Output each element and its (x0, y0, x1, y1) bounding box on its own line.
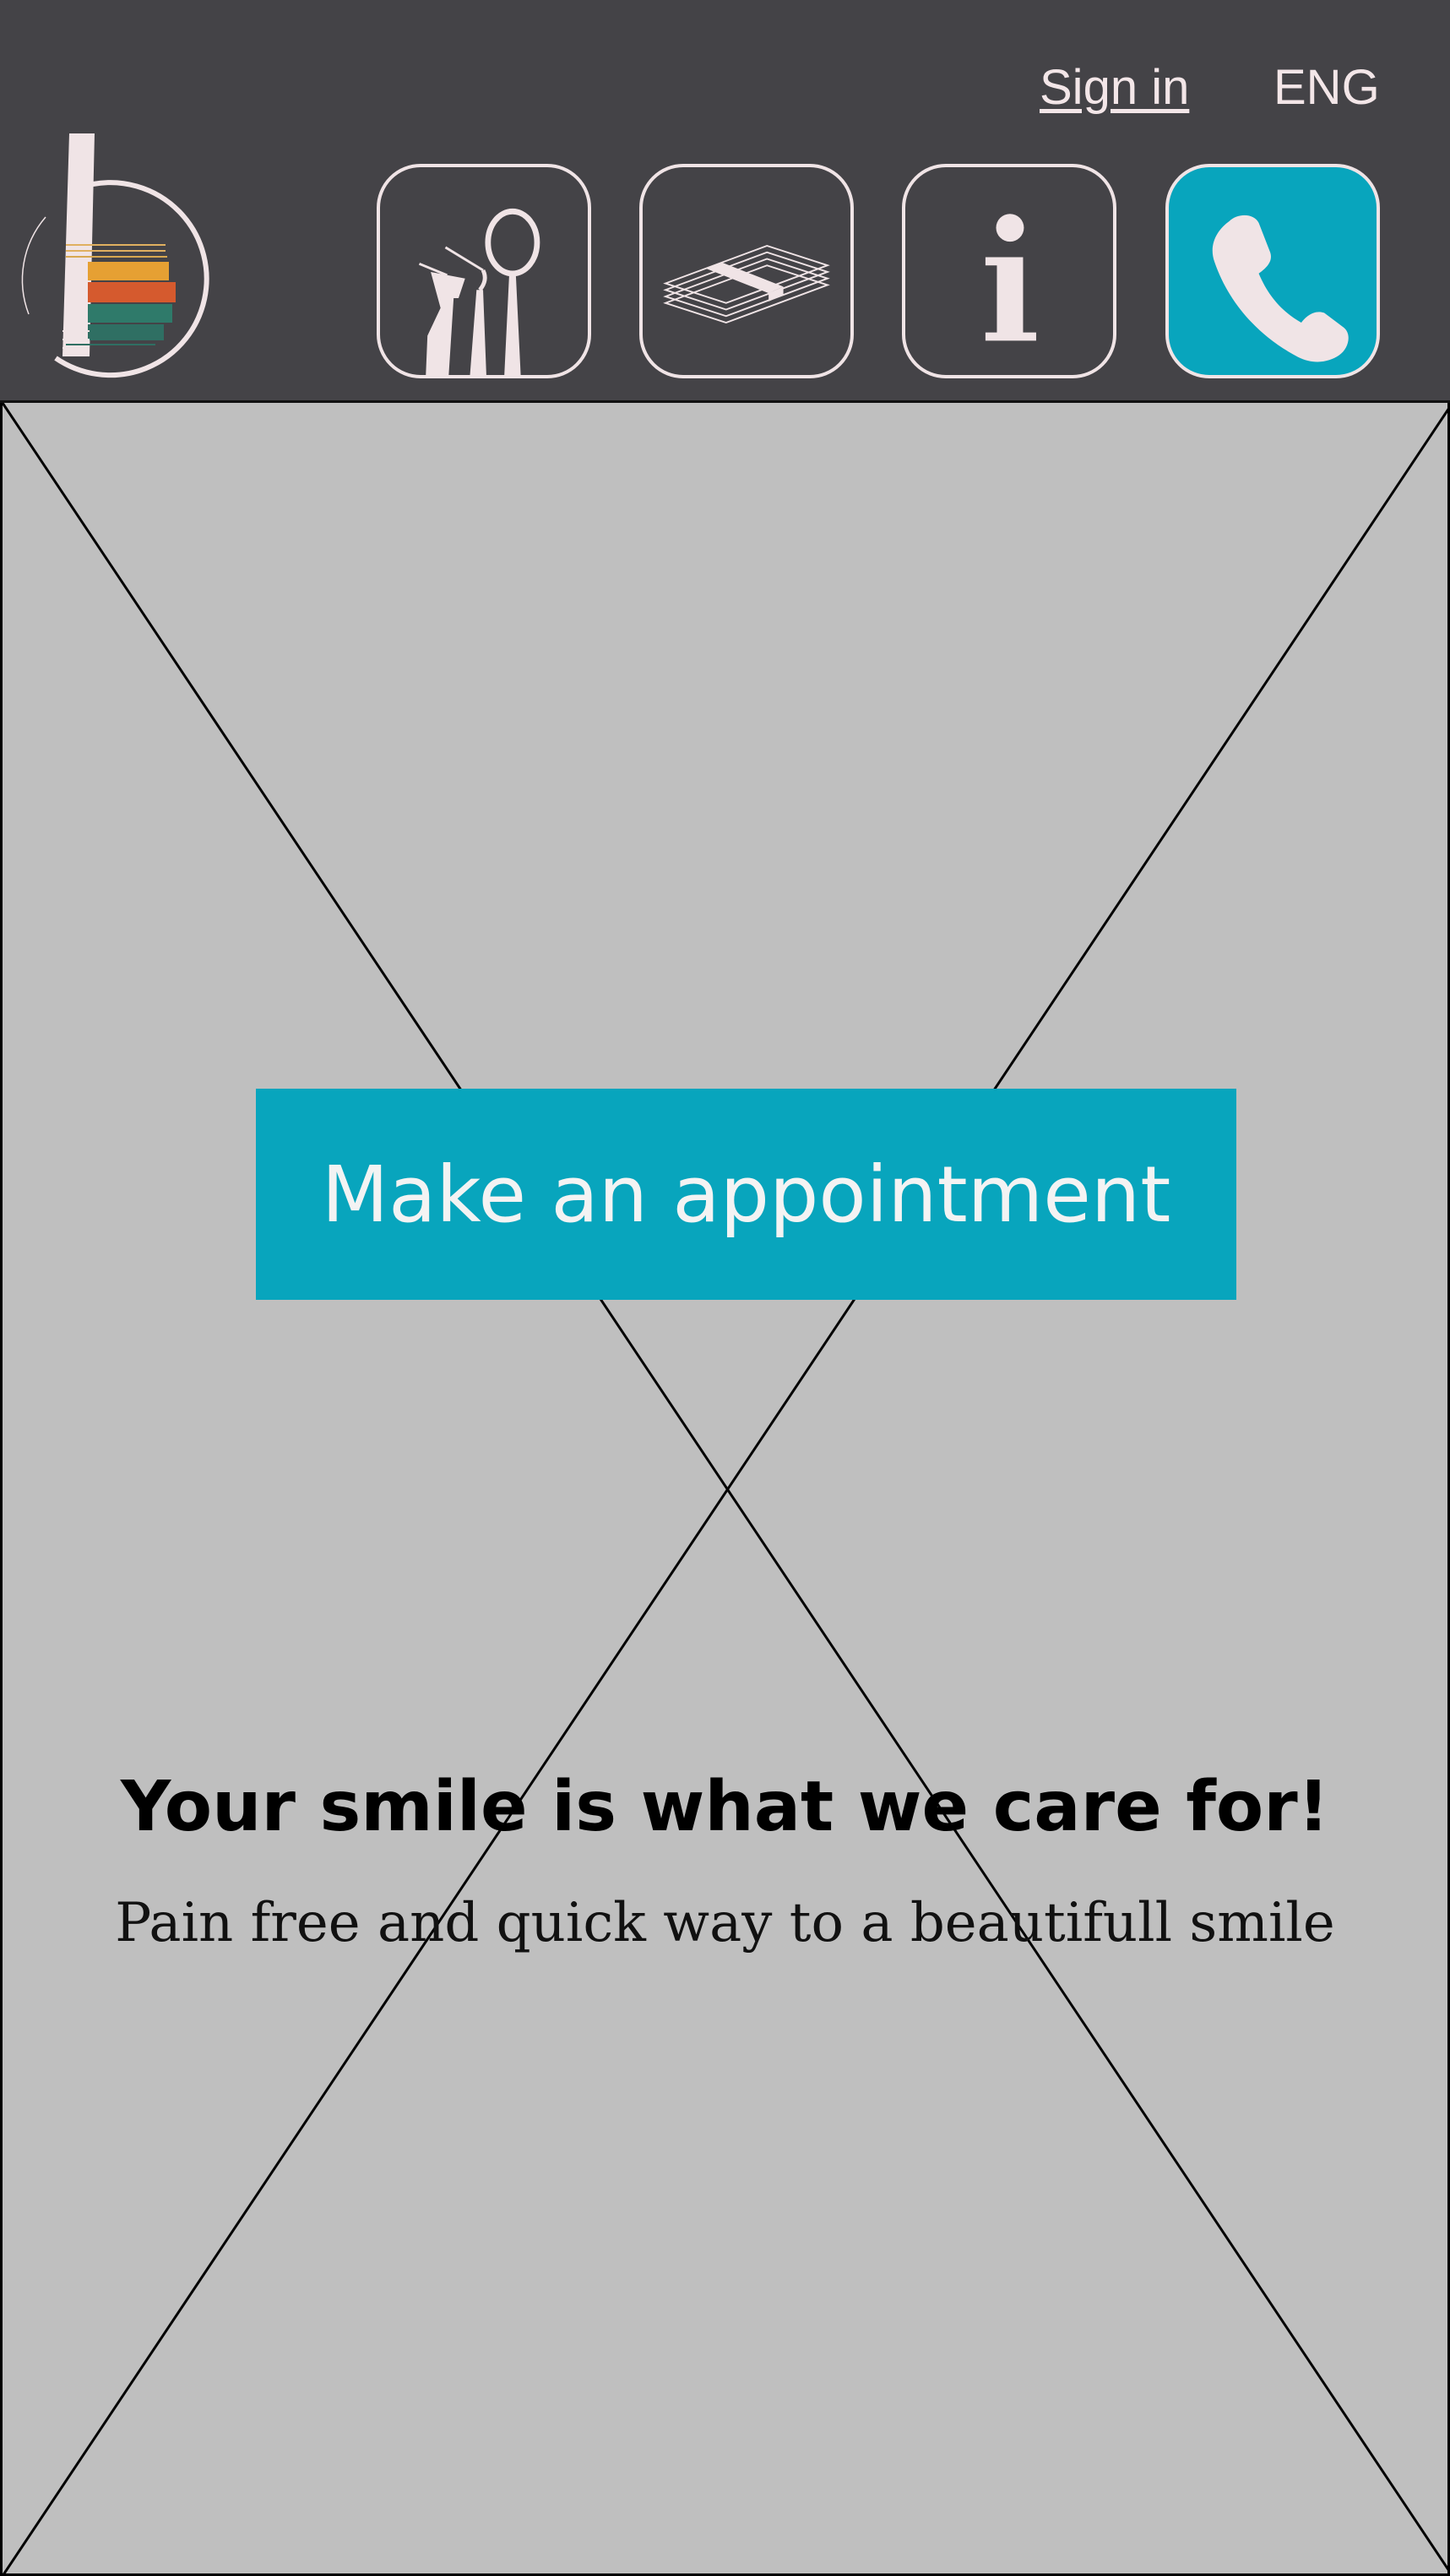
hero-subline: Pain free and quick way to a beautifull … (115, 1892, 1335, 1954)
header: Sign in ENG (0, 0, 1450, 403)
nav-services-button[interactable] (377, 164, 591, 378)
dental-tools-icon (418, 208, 540, 375)
nav-call-button[interactable] (1165, 164, 1380, 378)
logo[interactable] (12, 128, 223, 382)
language-selector[interactable]: ENG (1274, 59, 1380, 116)
nav-info-button[interactable] (902, 164, 1116, 378)
placeholder-cross (3, 403, 1450, 2576)
hero-tagline: Your smile is what we care for! (120, 1767, 1330, 1847)
phone-icon (1212, 215, 1349, 362)
nav-prices-button[interactable] (639, 164, 854, 378)
make-appointment-button[interactable]: Make an appointment (256, 1089, 1236, 1300)
money-stack-icon (663, 244, 830, 324)
hero-image-placeholder (0, 403, 1450, 2576)
sign-in-link[interactable]: Sign in (1040, 59, 1189, 116)
info-icon (985, 214, 1036, 341)
page: Sign in ENG Make an appointment Your smi… (0, 0, 1450, 2576)
